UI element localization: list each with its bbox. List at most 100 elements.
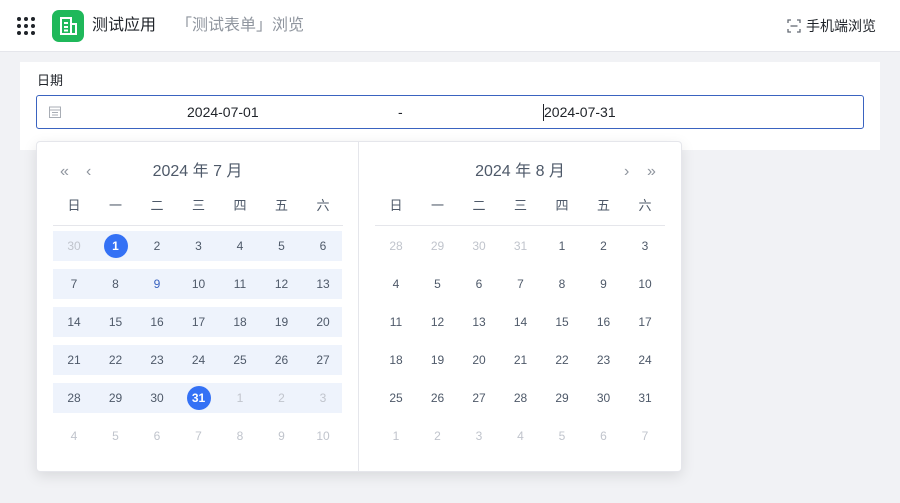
calendar-day[interactable]: 28 xyxy=(375,234,417,258)
calendar-day[interactable]: 18 xyxy=(375,348,417,372)
calendar-day[interactable]: 4 xyxy=(375,272,417,296)
calendar-day[interactable]: 4 xyxy=(500,424,542,448)
calendar-day[interactable]: 31 xyxy=(500,234,542,258)
calendar-day[interactable]: 5 xyxy=(541,424,583,448)
calendar-day[interactable]: 12 xyxy=(261,272,303,296)
calendar-day[interactable]: 6 xyxy=(458,272,500,296)
calendar-day[interactable]: 29 xyxy=(95,386,137,410)
day-number: 16 xyxy=(596,315,611,329)
calendar-day[interactable]: 4 xyxy=(219,234,261,258)
day-number: 3 xyxy=(475,429,483,443)
calendar-day[interactable]: 5 xyxy=(95,424,137,448)
calendar-day[interactable]: 13 xyxy=(458,310,500,334)
calendar-day[interactable]: 11 xyxy=(375,310,417,334)
calendar-day[interactable]: 5 xyxy=(417,272,459,296)
calendar-day[interactable]: 17 xyxy=(624,310,666,334)
calendar-day[interactable]: 2 xyxy=(417,424,459,448)
calendar-day[interactable]: 1 xyxy=(95,234,137,258)
mobile-view-button[interactable]: 手机端浏览 xyxy=(787,17,876,35)
calendar-day[interactable]: 22 xyxy=(541,348,583,372)
calendar-day[interactable]: 29 xyxy=(417,234,459,258)
calendar-day[interactable]: 20 xyxy=(458,348,500,372)
calendar-day[interactable]: 21 xyxy=(53,348,95,372)
calendar-day[interactable]: 20 xyxy=(302,310,344,334)
calendar-day[interactable]: 30 xyxy=(53,234,95,258)
calendar-day[interactable]: 19 xyxy=(417,348,459,372)
calendar-day[interactable]: 7 xyxy=(53,272,95,296)
calendar-day[interactable]: 2 xyxy=(583,234,625,258)
calendar-day[interactable]: 28 xyxy=(53,386,95,410)
calendar-day[interactable]: 10 xyxy=(302,424,344,448)
calendar-day[interactable]: 4 xyxy=(53,424,95,448)
calendar-day[interactable]: 8 xyxy=(219,424,261,448)
calendar-day[interactable]: 13 xyxy=(302,272,344,296)
calendar-day[interactable]: 3 xyxy=(178,234,220,258)
app-grid-icon[interactable] xyxy=(17,17,35,35)
day-number: 26 xyxy=(274,353,289,367)
calendar-day[interactable]: 7 xyxy=(178,424,220,448)
calendar-day[interactable]: 2 xyxy=(261,386,303,410)
calendar-day[interactable]: 24 xyxy=(624,348,666,372)
start-date-input[interactable]: 2024-07-01 xyxy=(187,104,259,120)
calendar-day[interactable]: 2 xyxy=(136,234,178,258)
end-date-input[interactable]: 2024-07-31 xyxy=(544,104,616,120)
calendar-day[interactable]: 14 xyxy=(500,310,542,334)
calendar-day[interactable]: 10 xyxy=(624,272,666,296)
calendar-day[interactable]: 23 xyxy=(136,348,178,372)
calendar-day[interactable]: 3 xyxy=(458,424,500,448)
calendar-day[interactable]: 31 xyxy=(178,386,220,410)
calendar-day[interactable]: 8 xyxy=(541,272,583,296)
calendar-day[interactable]: 21 xyxy=(500,348,542,372)
calendar-day[interactable]: 9 xyxy=(583,272,625,296)
calendar-day[interactable]: 11 xyxy=(219,272,261,296)
date-range-input[interactable]: 2024-07-01 - 2024-07-31 xyxy=(36,95,864,129)
calendar-day[interactable]: 23 xyxy=(583,348,625,372)
app-logo[interactable] xyxy=(52,10,84,42)
calendar-day[interactable]: 1 xyxy=(541,234,583,258)
calendar-day[interactable]: 28 xyxy=(500,386,542,410)
calendar-day[interactable]: 6 xyxy=(136,424,178,448)
calendar-day[interactable]: 5 xyxy=(261,234,303,258)
field-label: 日期 xyxy=(37,73,64,88)
calendar-day[interactable]: 24 xyxy=(178,348,220,372)
calendar-day[interactable]: 15 xyxy=(95,310,137,334)
calendar-day[interactable]: 8 xyxy=(95,272,137,296)
calendar-day[interactable]: 25 xyxy=(219,348,261,372)
calendar-day[interactable]: 27 xyxy=(458,386,500,410)
calendar-day[interactable]: 9 xyxy=(261,424,303,448)
calendar-day[interactable]: 26 xyxy=(261,348,303,372)
calendar-day[interactable]: 19 xyxy=(261,310,303,334)
calendar-day[interactable]: 14 xyxy=(53,310,95,334)
calendar-day[interactable]: 27 xyxy=(302,348,344,372)
calendar-day[interactable]: 1 xyxy=(219,386,261,410)
calendar-day[interactable]: 22 xyxy=(95,348,137,372)
calendar-day[interactable]: 12 xyxy=(417,310,459,334)
calendar-day[interactable]: 7 xyxy=(624,424,666,448)
day-number: 10 xyxy=(638,277,652,291)
calendar-day[interactable]: 3 xyxy=(624,234,666,258)
day-number: 14 xyxy=(513,315,528,329)
calendar-day[interactable]: 3 xyxy=(302,386,344,410)
calendar-day[interactable]: 31 xyxy=(624,386,666,410)
calendar-day[interactable]: 30 xyxy=(583,386,625,410)
calendar-day[interactable]: 29 xyxy=(541,386,583,410)
calendar-day[interactable]: 25 xyxy=(375,386,417,410)
calendar-day[interactable]: 10 xyxy=(178,272,220,296)
day-number: 5 xyxy=(434,277,441,291)
calendar-day[interactable]: 1 xyxy=(375,424,417,448)
calendar-day[interactable]: 6 xyxy=(302,234,344,258)
calendar-day[interactable]: 16 xyxy=(136,310,178,334)
calendar-day[interactable]: 26 xyxy=(417,386,459,410)
calendar-day[interactable]: 30 xyxy=(458,234,500,258)
app-name[interactable]: 测试应用 xyxy=(92,16,156,36)
calendar-day[interactable]: 6 xyxy=(583,424,625,448)
calendar-day[interactable]: 18 xyxy=(219,310,261,334)
day-number: 9 xyxy=(600,277,607,291)
calendar-day[interactable]: 7 xyxy=(500,272,542,296)
calendar-day[interactable]: 15 xyxy=(541,310,583,334)
calendar-day[interactable]: 17 xyxy=(178,310,220,334)
day-number: 28 xyxy=(67,391,81,405)
calendar-day[interactable]: 16 xyxy=(583,310,625,334)
calendar-day[interactable]: 9 xyxy=(136,272,178,296)
calendar-day[interactable]: 30 xyxy=(136,386,178,410)
